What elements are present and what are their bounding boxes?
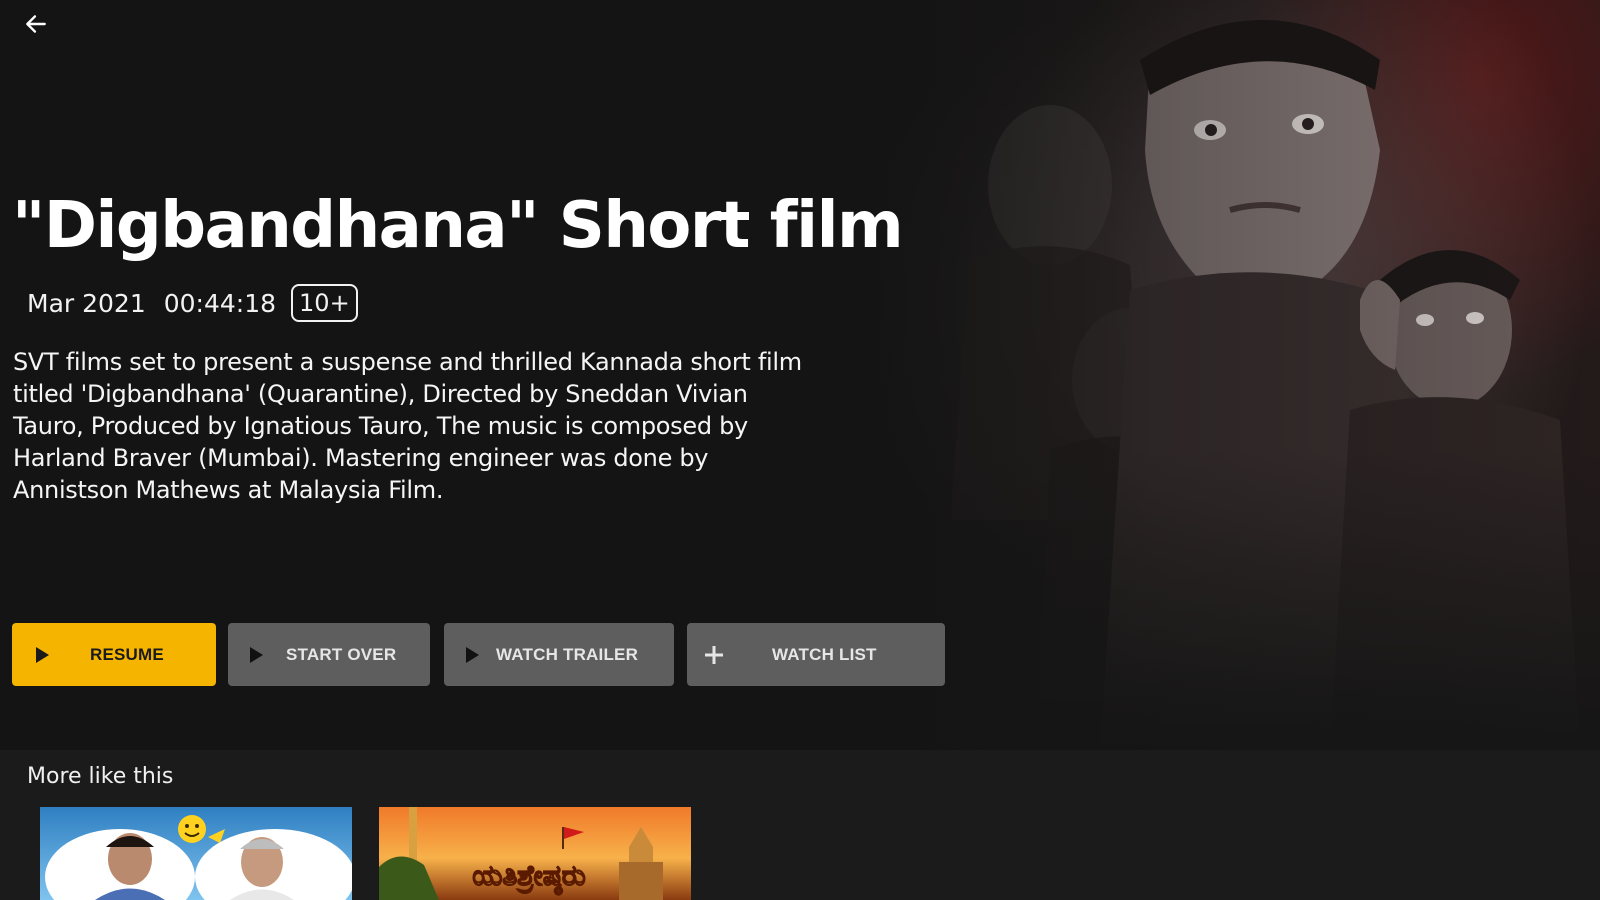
comedy-poster-thumbnail: [40, 807, 352, 900]
play-icon: [464, 646, 480, 664]
watch-list-button[interactable]: WATCH LIST: [687, 623, 945, 686]
movie-meta: Mar 2021 00:44:18 10+: [27, 284, 358, 322]
yathishreshtaru-poster-thumbnail: ಯತಿಶ್ರೇಷ್ಠರು: [379, 807, 691, 900]
movie-title: "Digbandhana" Short film: [12, 189, 904, 263]
resume-label: RESUME: [90, 644, 164, 664]
release-date: Mar 2021: [27, 288, 146, 318]
watch-trailer-button[interactable]: WATCH TRAILER: [444, 623, 674, 686]
duration: 00:44:18: [163, 288, 277, 318]
thumbnail-title-art: ಯತಿಶ್ರೇಷ್ಠರು: [472, 859, 585, 895]
plus-icon: [703, 644, 725, 666]
recommendation-card[interactable]: [40, 807, 352, 900]
watch-list-label: WATCH LIST: [772, 644, 877, 664]
play-icon: [248, 646, 264, 664]
more-like-this-section: More like this ಯತಿಶ್ರೇಷ್ಠರು: [0, 750, 1600, 900]
back-button[interactable]: [18, 6, 54, 42]
age-rating-badge: 10+: [291, 284, 358, 322]
arrow-left-icon: [26, 15, 46, 33]
play-icon: [34, 646, 50, 664]
start-over-button[interactable]: START OVER: [228, 623, 430, 686]
app-root: "Digbandhana" Short film Mar 2021 00:44:…: [0, 0, 1600, 900]
resume-button[interactable]: RESUME: [12, 623, 216, 686]
watch-trailer-label: WATCH TRAILER: [496, 644, 639, 664]
start-over-label: START OVER: [286, 644, 397, 664]
movie-description: SVT films set to present a suspense and …: [13, 348, 802, 504]
recommendation-card[interactable]: ಯತಿಶ್ರೇಷ್ಠರು: [379, 807, 691, 900]
more-like-this-heading: More like this: [27, 764, 174, 789]
